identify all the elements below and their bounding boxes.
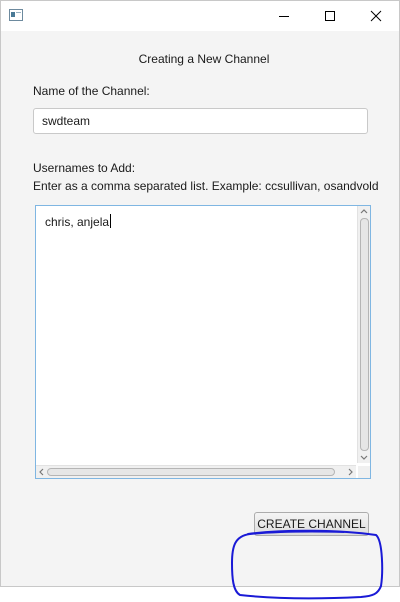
title-bar[interactable] xyxy=(1,1,399,31)
minimize-icon xyxy=(279,16,289,17)
scroll-left-icon[interactable] xyxy=(37,467,47,477)
close-button[interactable] xyxy=(353,1,399,31)
hand-drawn-circle-annotation xyxy=(230,529,384,600)
maximize-icon xyxy=(325,11,335,21)
usernames-value: chris, anjela xyxy=(45,215,110,229)
scroll-right-icon[interactable] xyxy=(345,467,355,477)
horizontal-scroll-thumb[interactable] xyxy=(47,468,335,476)
dialog-window: Creating a New Channel Name of the Chann… xyxy=(0,0,400,600)
close-icon xyxy=(370,10,382,22)
vertical-scroll-thumb[interactable] xyxy=(360,218,369,451)
dialog-content: Creating a New Channel Name of the Chann… xyxy=(1,31,399,600)
scrollbar-corner xyxy=(358,466,370,478)
usernames-textarea[interactable]: chris, anjela xyxy=(35,205,371,479)
horizontal-scrollbar[interactable] xyxy=(36,465,356,478)
usernames-label: Usernames to Add: xyxy=(33,161,136,175)
text-caret xyxy=(110,214,112,228)
channel-name-input[interactable]: swdteam xyxy=(33,108,368,134)
maximize-button[interactable] xyxy=(307,1,353,31)
vertical-scrollbar[interactable] xyxy=(357,206,370,463)
scroll-up-icon[interactable] xyxy=(358,207,370,217)
channel-name-value: swdteam xyxy=(42,114,91,128)
app-window-icon xyxy=(9,9,23,21)
usernames-hint: Enter as a comma separated list. Example… xyxy=(33,179,379,193)
minimize-button[interactable] xyxy=(261,1,307,31)
scroll-down-icon[interactable] xyxy=(358,452,370,462)
channel-name-label: Name of the Channel: xyxy=(33,84,150,98)
dialog-heading: Creating a New Channel xyxy=(138,52,270,66)
